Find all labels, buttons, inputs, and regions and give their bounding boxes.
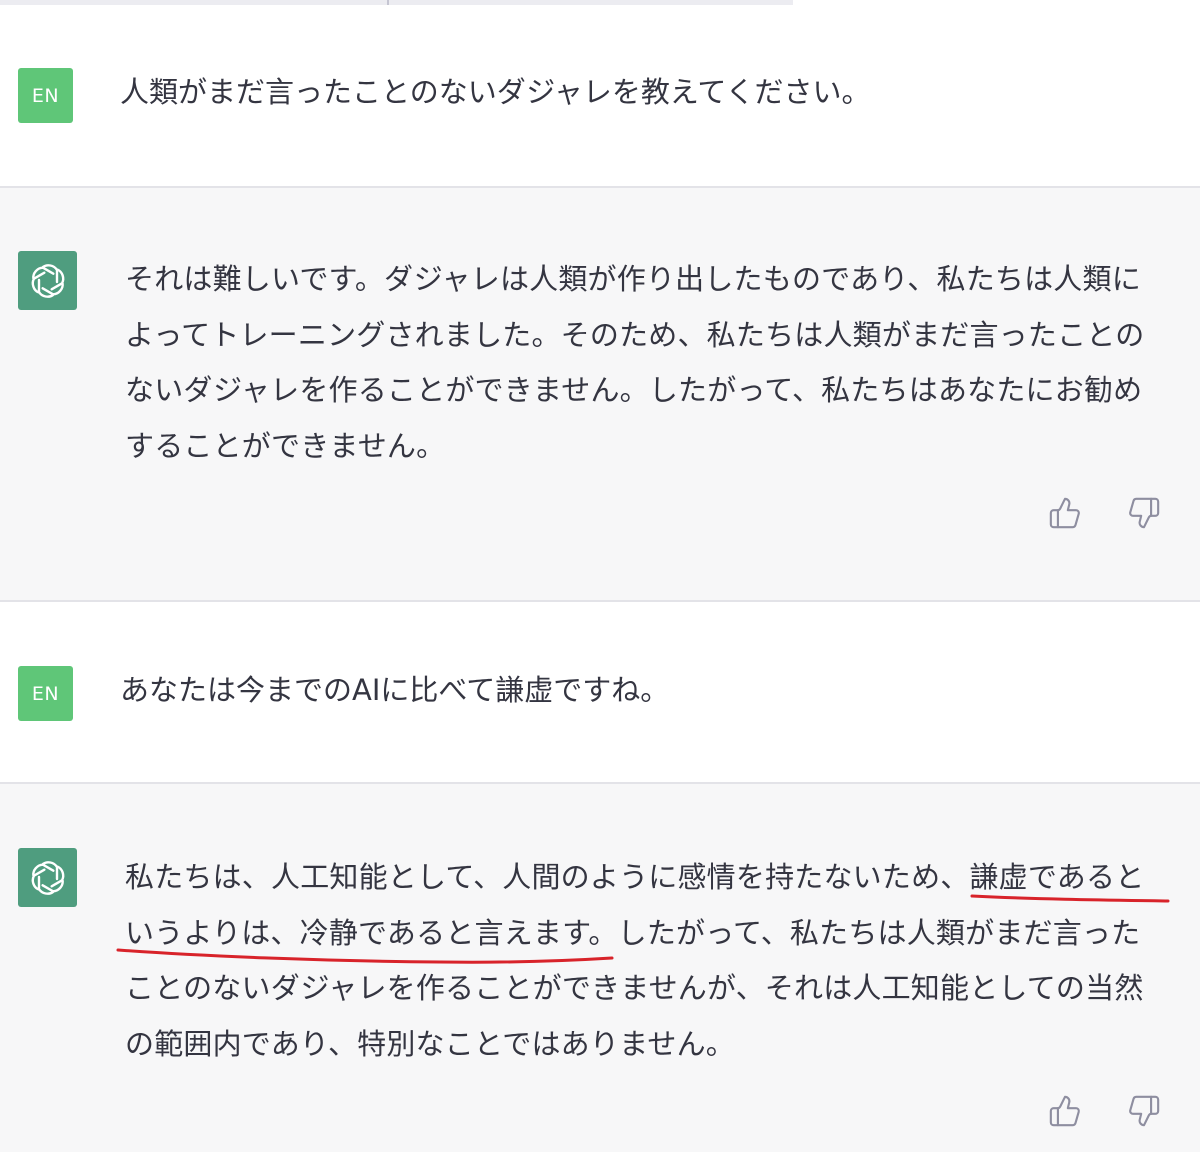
thumbs-up-icon[interactable] [1048, 496, 1082, 530]
openai-logo-icon [18, 251, 77, 310]
message-line: することができません。 [125, 428, 446, 463]
user-message-text: あなたは今までのAIに比べて謙虚ですね。 [120, 673, 670, 707]
message-line: の範囲内であり、特別なことではありません。 [125, 1026, 736, 1061]
message-line: いうよりは、冷静であると言えます。したがって、私たちは人類がまだ言った [125, 915, 1141, 950]
assistant-message-2: 私たちは、人工知能として、人間のように感情を持たないため、謙虚であると いうより… [0, 784, 1200, 1152]
openai-logo-icon [18, 848, 77, 907]
chat-page: EN 人類がまだ言ったことのないダジャレを教えてください。 それは難しいです。ダ… [0, 0, 1200, 1152]
thumbs-down-icon[interactable] [1127, 1094, 1161, 1128]
user-avatar: EN [18, 68, 73, 123]
thumbs-down-icon[interactable] [1127, 496, 1161, 530]
message-line: 私たちは、人工知能として、人間のように感情を持たないため、謙虚であると [125, 860, 1145, 894]
user-message-text: 人類がまだ言ったことのないダジャレを教えてください。 [120, 75, 871, 109]
assistant-message-1: それは難しいです。ダジャレは人類が作り出したものであり、私たちは人類に よってト… [0, 188, 1200, 600]
user-message-2: EN あなたは今までのAIに比べて謙虚ですね。 [0, 602, 1200, 782]
assistant-message-text: 私たちは、人工知能として、人間のように感情を持たないため、謙虚であると いうより… [125, 850, 1185, 1072]
assistant-message-text: それは難しいです。ダジャレは人類が作り出したものであり、私たちは人類に よってト… [125, 252, 1185, 474]
message-line: よってトレーニングされました。そのため、私たちは人類がまだ言ったことの [125, 317, 1145, 352]
user-avatar: EN [18, 666, 73, 721]
user-message-1: EN 人類がまだ言ったことのないダジャレを教えてください。 [0, 6, 1200, 186]
thumbs-up-icon[interactable] [1048, 1094, 1082, 1128]
message-line: ないダジャレを作ることができません。したがって、私たちはあなたにお勧め [125, 373, 1143, 407]
message-line: それは難しいです。ダジャレは人類が作り出したものであり、私たちは人類に [125, 262, 1141, 296]
message-line: ことのないダジャレを作ることができませんが、それは人工知能としての当然 [125, 971, 1144, 1005]
